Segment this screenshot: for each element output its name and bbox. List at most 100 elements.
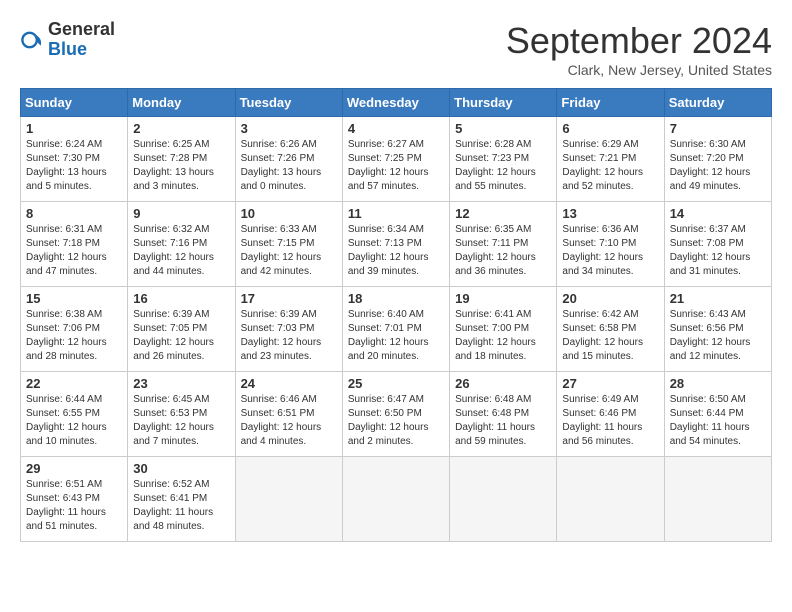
calendar-week-5: 29 Sunrise: 6:51 AMSunset: 6:43 PMDayligh…: [21, 457, 772, 542]
day-number: 8: [26, 206, 122, 221]
day-number: 15: [26, 291, 122, 306]
calendar-cell: 9 Sunrise: 6:32 AMSunset: 7:16 PMDaylight…: [128, 202, 235, 287]
calendar-cell: [235, 457, 342, 542]
day-number: 21: [670, 291, 766, 306]
cell-info: Sunrise: 6:42 AMSunset: 6:58 PMDaylight:…: [562, 309, 643, 362]
calendar-cell: 6Sunrise: 6:29 AMSunset: 7:21 PMDaylight…: [557, 117, 664, 202]
calendar-cell: 1 Sunrise: 6:24 AMSunset: 7:30 PMDaylight…: [21, 117, 128, 202]
calendar-cell: 2Sunrise: 6:25 AMSunset: 7:28 PMDaylight…: [128, 117, 235, 202]
cell-info: Sunrise: 6:25 AMSunset: 7:28 PMDaylight:…: [133, 139, 214, 192]
calendar-cell: 10Sunrise: 6:33 AMSunset: 7:15 PMDayligh…: [235, 202, 342, 287]
cell-info: Sunrise: 6:28 AMSunset: 7:23 PMDaylight:…: [455, 139, 536, 192]
calendar-cell: 23 Sunrise: 6:45 AMSunset: 6:53 PMDayligh…: [128, 372, 235, 457]
logo-general: General: [48, 19, 115, 39]
day-number: 7: [670, 121, 766, 136]
cell-info: Sunrise: 6:24 AMSunset: 7:30 PMDaylight:…: [26, 139, 107, 192]
calendar-cell: 20 Sunrise: 6:42 AMSunset: 6:58 PMDayligh…: [557, 287, 664, 372]
cell-info: Sunrise: 6:52 AMSunset: 6:41 PMDaylight:…: [133, 479, 213, 532]
day-number: 30: [133, 461, 229, 476]
day-number: 25: [348, 376, 444, 391]
cell-info: Sunrise: 6:44 AMSunset: 6:55 PMDaylight:…: [26, 394, 107, 447]
cell-info: Sunrise: 6:40 AMSunset: 7:01 PMDaylight:…: [348, 309, 429, 362]
cell-info: Sunrise: 6:30 AMSunset: 7:20 PMDaylight:…: [670, 139, 751, 192]
cell-info: Sunrise: 6:37 AMSunset: 7:08 PMDaylight:…: [670, 224, 751, 277]
calendar-cell: [664, 457, 771, 542]
calendar-cell: 22 Sunrise: 6:44 AMSunset: 6:55 PMDayligh…: [21, 372, 128, 457]
day-number: 22: [26, 376, 122, 391]
day-number: 14: [670, 206, 766, 221]
month-title: September 2024: [506, 20, 772, 62]
day-header-monday: Monday: [128, 89, 235, 117]
day-header-wednesday: Wednesday: [342, 89, 449, 117]
day-number: 17: [241, 291, 337, 306]
cell-info: Sunrise: 6:49 AMSunset: 6:46 PMDaylight:…: [562, 394, 642, 447]
day-header-thursday: Thursday: [450, 89, 557, 117]
location: Clark, New Jersey, United States: [506, 62, 772, 78]
cell-info: Sunrise: 6:51 AMSunset: 6:43 PMDaylight:…: [26, 479, 106, 532]
calendar-cell: 14 Sunrise: 6:37 AMSunset: 7:08 PMDayligh…: [664, 202, 771, 287]
calendar-cell: 8Sunrise: 6:31 AMSunset: 7:18 PMDaylight…: [21, 202, 128, 287]
day-header-saturday: Saturday: [664, 89, 771, 117]
calendar-cell: 27 Sunrise: 6:49 AMSunset: 6:46 PMDayligh…: [557, 372, 664, 457]
calendar-cell: 13 Sunrise: 6:36 AMSunset: 7:10 PMDayligh…: [557, 202, 664, 287]
day-number: 24: [241, 376, 337, 391]
calendar-cell: [557, 457, 664, 542]
cell-info: Sunrise: 6:32 AMSunset: 7:16 PMDaylight:…: [133, 224, 214, 277]
calendar-cell: 12 Sunrise: 6:35 AMSunset: 7:11 PMDayligh…: [450, 202, 557, 287]
cell-info: Sunrise: 6:48 AMSunset: 6:48 PMDaylight:…: [455, 394, 535, 447]
calendar-cell: 3 Sunrise: 6:26 AMSunset: 7:26 PMDaylight…: [235, 117, 342, 202]
day-number: 3: [241, 121, 337, 136]
calendar-table: SundayMondayTuesdayWednesdayThursdayFrid…: [20, 88, 772, 542]
calendar-week-3: 15 Sunrise: 6:38 AMSunset: 7:06 PMDayligh…: [21, 287, 772, 372]
cell-info: Sunrise: 6:45 AMSunset: 6:53 PMDaylight:…: [133, 394, 214, 447]
day-number: 16: [133, 291, 229, 306]
day-header-sunday: Sunday: [21, 89, 128, 117]
calendar-cell: 28 Sunrise: 6:50 AMSunset: 6:44 PMDayligh…: [664, 372, 771, 457]
day-number: 27: [562, 376, 658, 391]
cell-info: Sunrise: 6:27 AMSunset: 7:25 PMDaylight:…: [348, 139, 429, 192]
calendar-cell: 18 Sunrise: 6:40 AMSunset: 7:01 PMDayligh…: [342, 287, 449, 372]
logo-text: General Blue: [48, 20, 115, 60]
calendar-cell: 7 Sunrise: 6:30 AMSunset: 7:20 PMDaylight…: [664, 117, 771, 202]
cell-info: Sunrise: 6:47 AMSunset: 6:50 PMDaylight:…: [348, 394, 429, 447]
cell-info: Sunrise: 6:46 AMSunset: 6:51 PMDaylight:…: [241, 394, 322, 447]
day-number: 11: [348, 206, 444, 221]
day-header-friday: Friday: [557, 89, 664, 117]
cell-info: Sunrise: 6:36 AMSunset: 7:10 PMDaylight:…: [562, 224, 643, 277]
cell-info: Sunrise: 6:26 AMSunset: 7:26 PMDaylight:…: [241, 139, 322, 192]
day-number: 10: [241, 206, 337, 221]
calendar-week-2: 8Sunrise: 6:31 AMSunset: 7:18 PMDaylight…: [21, 202, 772, 287]
page-header: General Blue September 2024 Clark, New J…: [20, 20, 772, 78]
calendar-cell: 4Sunrise: 6:27 AMSunset: 7:25 PMDaylight…: [342, 117, 449, 202]
cell-info: Sunrise: 6:38 AMSunset: 7:06 PMDaylight:…: [26, 309, 107, 362]
day-number: 1: [26, 121, 122, 136]
calendar-cell: 11Sunrise: 6:34 AMSunset: 7:13 PMDayligh…: [342, 202, 449, 287]
calendar-cell: 24 Sunrise: 6:46 AMSunset: 6:51 PMDayligh…: [235, 372, 342, 457]
day-number: 23: [133, 376, 229, 391]
cell-info: Sunrise: 6:50 AMSunset: 6:44 PMDaylight:…: [670, 394, 750, 447]
day-number: 28: [670, 376, 766, 391]
cell-info: Sunrise: 6:39 AMSunset: 7:05 PMDaylight:…: [133, 309, 214, 362]
cell-info: Sunrise: 6:35 AMSunset: 7:11 PMDaylight:…: [455, 224, 536, 277]
calendar-cell: [450, 457, 557, 542]
calendar-cell: 5Sunrise: 6:28 AMSunset: 7:23 PMDaylight…: [450, 117, 557, 202]
logo-blue: Blue: [48, 39, 87, 59]
day-number: 9: [133, 206, 229, 221]
day-number: 6: [562, 121, 658, 136]
day-header-tuesday: Tuesday: [235, 89, 342, 117]
calendar-week-4: 22 Sunrise: 6:44 AMSunset: 6:55 PMDayligh…: [21, 372, 772, 457]
calendar-cell: 19Sunrise: 6:41 AMSunset: 7:00 PMDayligh…: [450, 287, 557, 372]
day-number: 12: [455, 206, 551, 221]
day-number: 20: [562, 291, 658, 306]
day-number: 18: [348, 291, 444, 306]
cell-info: Sunrise: 6:41 AMSunset: 7:00 PMDaylight:…: [455, 309, 536, 362]
logo: General Blue: [20, 20, 115, 60]
calendar-cell: 15 Sunrise: 6:38 AMSunset: 7:06 PMDayligh…: [21, 287, 128, 372]
day-number: 13: [562, 206, 658, 221]
calendar-cell: 16 Sunrise: 6:39 AMSunset: 7:05 PMDayligh…: [128, 287, 235, 372]
calendar-cell: 25 Sunrise: 6:47 AMSunset: 6:50 PMDayligh…: [342, 372, 449, 457]
calendar-cell: 29 Sunrise: 6:51 AMSunset: 6:43 PMDayligh…: [21, 457, 128, 542]
day-number: 29: [26, 461, 122, 476]
title-block: September 2024 Clark, New Jersey, United…: [506, 20, 772, 78]
calendar-cell: 17Sunrise: 6:39 AMSunset: 7:03 PMDayligh…: [235, 287, 342, 372]
